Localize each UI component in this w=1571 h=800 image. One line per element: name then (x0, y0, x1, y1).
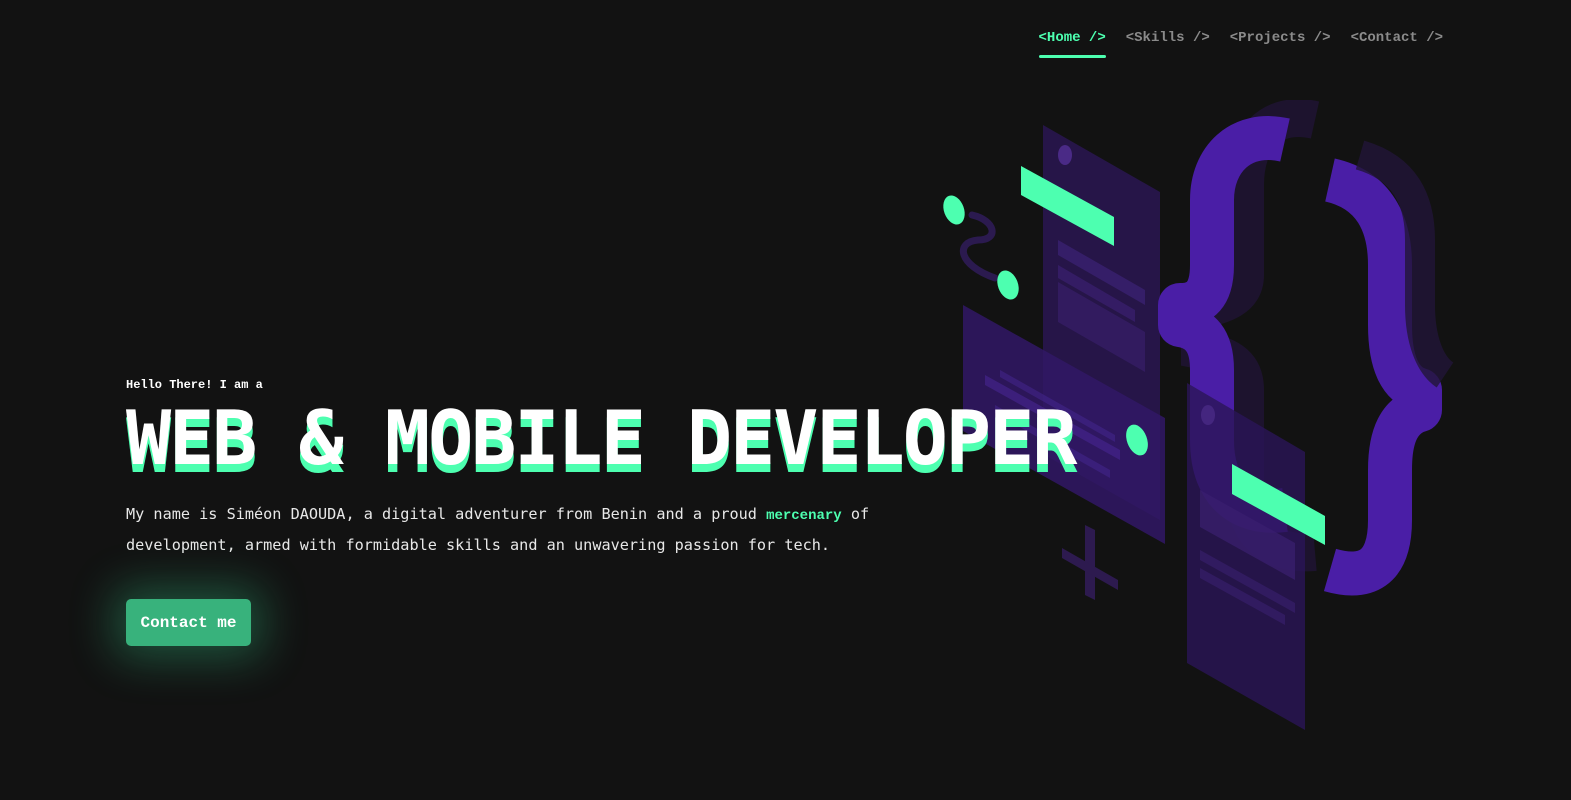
nav-skills-label: <Skills /> (1125, 30, 1210, 46)
hero-eyebrow: Hello There! I am a (126, 378, 263, 392)
intro-text-start: My name is Siméon DAOUDA, a digital adve… (126, 505, 767, 523)
nav-contact-link[interactable]: <Contact /> (1351, 30, 1443, 56)
hero-section: Hello There! I am a WEB & MOBILE DEVELOP… (126, 378, 1106, 560)
nav-home-label: <Home /> (1038, 30, 1106, 46)
headline-wrap: WEB & MOBILE DEVELOPER WEB & MOBILE DEVE… (126, 394, 1106, 484)
nav-active-indicator (1038, 55, 1106, 58)
nav-home-link[interactable]: <Home /> (1038, 30, 1106, 58)
nav-projects-link[interactable]: <Projects /> (1230, 30, 1331, 56)
nav-skills-link[interactable]: <Skills /> (1126, 30, 1210, 56)
contact-me-button[interactable]: Contact me (126, 599, 251, 646)
hero-headline: WEB & MOBILE DEVELOPER (126, 394, 1077, 482)
intro-highlight: mercenary (766, 508, 842, 524)
nav-projects-label: <Projects /> (1229, 30, 1331, 46)
hero-intro: My name is Siméon DAOUDA, a digital adve… (126, 500, 926, 560)
top-nav: <Home /> <Skills /> <Projects /> <Contac… (1038, 30, 1443, 58)
nav-contact-label: <Contact /> (1350, 30, 1443, 46)
